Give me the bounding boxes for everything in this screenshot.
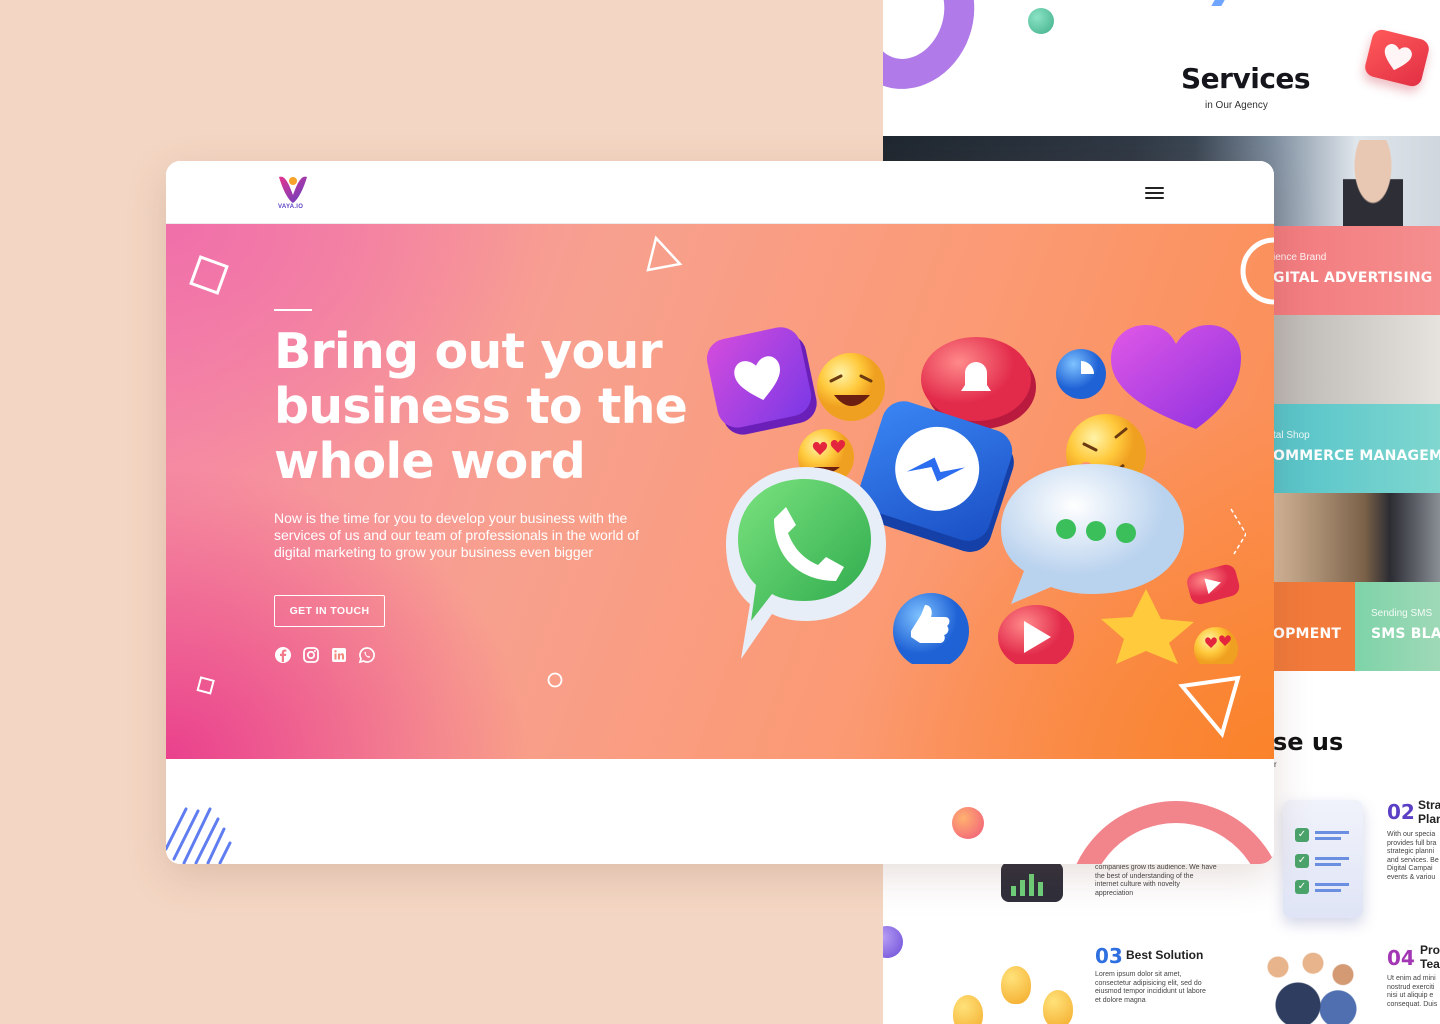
why-choose-us-title: se us — [1273, 728, 1344, 756]
tile-subtitle: Sending SMS — [1371, 608, 1433, 619]
gradient-ball-decoration — [952, 807, 984, 839]
shape-decoration — [1211, 0, 1225, 6]
square-outline-decoration — [189, 255, 229, 295]
hero-description: Now is the time for you to develop your … — [274, 510, 639, 560]
hero-title: Bring out your business to the whole wor… — [274, 323, 688, 490]
whatsapp-icon[interactable] — [358, 646, 376, 664]
notes-photo-tile — [1273, 493, 1440, 582]
feature-number: 04 — [1387, 946, 1415, 970]
vaya-logo[interactable]: VAYA.IO — [276, 171, 310, 213]
linkedin-icon[interactable] — [330, 646, 348, 664]
services-title: Services — [1181, 62, 1311, 95]
lightbulb-illustration — [1043, 990, 1073, 1024]
instagram-icon[interactable] — [302, 646, 320, 664]
purple-ball-decoration — [883, 926, 903, 958]
tile-title: GITAL ADVERTISING — [1273, 270, 1433, 286]
green-ball-decoration — [1028, 8, 1054, 34]
person-photo — [1343, 140, 1403, 226]
lightbulb-illustration — [1001, 966, 1031, 1004]
social-media-3d-illustration — [706, 325, 1246, 664]
feature-heading: Pro — [1420, 943, 1440, 957]
feature-text: companies grow its audience. We have the… — [1095, 864, 1217, 897]
analytics-illustration — [1001, 862, 1063, 902]
service-tile-advertising[interactable]: ience Brand GITAL ADVERTISING — [1273, 226, 1440, 315]
team-illustration — [1258, 948, 1358, 1024]
feature-number: 02 — [1387, 800, 1415, 824]
logo-mark-icon — [279, 176, 307, 203]
navbar: VAYA.IO — [166, 161, 1274, 224]
get-in-touch-button[interactable]: GET IN TOUCH — [274, 595, 385, 627]
feature-heading: Plan — [1418, 812, 1440, 826]
tile-title: OMMERCE MANAGEM — [1273, 448, 1440, 464]
feature-text: With our specia provides full bra strate… — [1387, 831, 1439, 881]
triangle-outline-decoration — [646, 235, 683, 272]
square-outline-decoration — [196, 676, 215, 695]
service-tile-development[interactable]: OPMENT — [1273, 582, 1355, 671]
tile-title: SMS BLA — [1371, 626, 1440, 642]
lightbulb-illustration — [953, 995, 983, 1024]
facebook-icon[interactable] — [274, 646, 292, 664]
title-accent-line — [274, 309, 312, 311]
feature-text: Lorem ipsum dolor sit amet, consectetur … — [1095, 971, 1206, 1004]
landing-page-card: VAYA.IO Bring out your business to the w… — [166, 161, 1274, 864]
feature-number: 03 — [1095, 944, 1123, 968]
tile-subtitle: tal Shop — [1273, 430, 1310, 441]
feature-heading: Stra — [1418, 798, 1440, 812]
arc-decoration — [1240, 237, 1274, 305]
social-links — [274, 646, 376, 664]
circle-outline-decoration — [547, 672, 563, 688]
hamburger-menu-icon[interactable] — [1145, 185, 1165, 201]
feature-heading: Tea — [1420, 957, 1440, 971]
services-subtitle: in Our Agency — [1205, 100, 1268, 111]
heart-badge-icon — [1363, 27, 1431, 89]
hero-section: Bring out your business to the whole wor… — [166, 224, 1274, 759]
why-choose-us-subtitle: r — [1274, 760, 1277, 769]
tile-title: OPMENT — [1273, 626, 1342, 642]
service-tile-sms[interactable]: Sending SMS SMS BLA — [1355, 582, 1440, 671]
stripes-decoration — [166, 807, 232, 864]
logo-text: VAYA.IO — [278, 204, 304, 210]
feature-heading: Best Solution — [1126, 948, 1204, 962]
tile-subtitle: ience Brand — [1273, 252, 1327, 263]
triangle-outline-decoration — [1178, 675, 1241, 738]
clipboard-illustration: ✓ ✓ ✓ — [1283, 800, 1363, 918]
service-tile-ecommerce[interactable]: tal Shop OMMERCE MANAGEM — [1273, 404, 1440, 493]
sketch-photo-tile — [1273, 315, 1440, 404]
feature-text: Ut enim ad mini nostrud exerciti nisi ut… — [1387, 975, 1438, 1008]
ring-decoration — [883, 0, 995, 108]
